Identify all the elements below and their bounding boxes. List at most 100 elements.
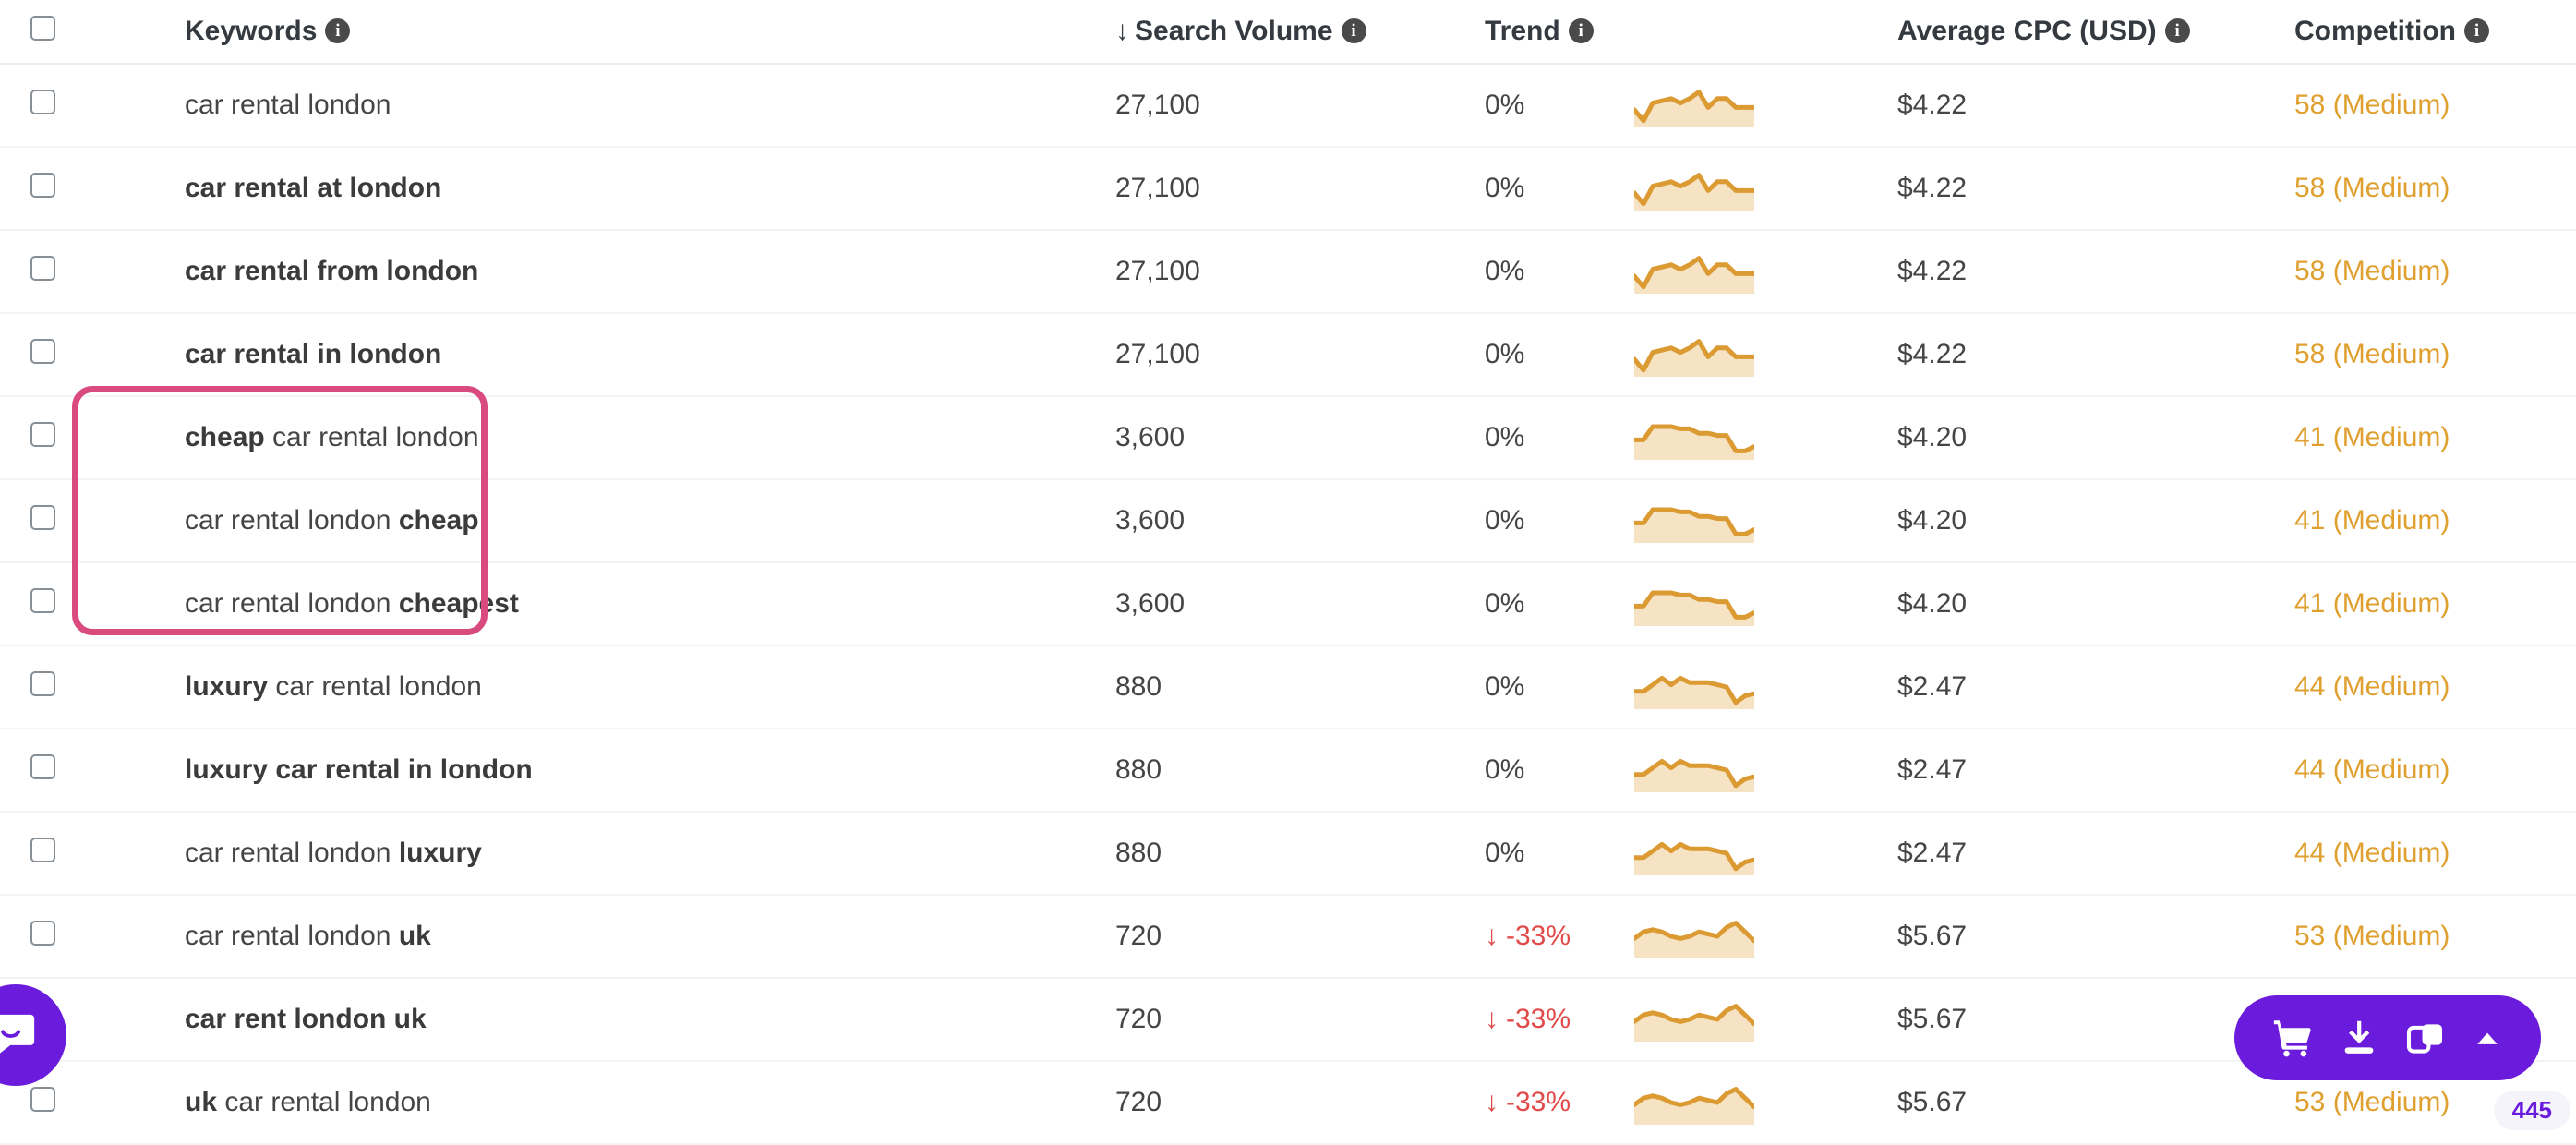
row-checkbox[interactable]: [30, 837, 55, 862]
trend-value: 0%: [1485, 422, 1525, 452]
search-volume-cell: 3,600: [1062, 479, 1431, 563]
row-checkbox[interactable]: [30, 338, 55, 364]
cart-icon[interactable]: [2271, 1017, 2314, 1059]
download-icon[interactable]: [2338, 1017, 2380, 1059]
copy-icon[interactable]: [2404, 1017, 2447, 1059]
keyword-text: car rental london: [185, 90, 391, 120]
table-row[interactable]: luxury car rental london 880 0% $2.47 44 (Me…: [0, 645, 2576, 729]
row-checkbox[interactable]: [30, 421, 55, 447]
keyword-text: luxury car rental london: [185, 671, 482, 702]
row-checkbox[interactable]: [30, 753, 55, 779]
keyword-cell[interactable]: car rental from london: [92, 230, 1062, 314]
column-header-competition[interactable]: Competition i: [2253, 0, 2576, 65]
table-row[interactable]: car rent london uk720↓-33%$5.6753 (Mediu…: [0, 978, 2576, 1062]
select-all-header: [0, 0, 92, 65]
keyword-cell[interactable]: car rental london cheapest: [92, 562, 1062, 646]
info-icon[interactable]: i: [1568, 18, 1594, 43]
header-row: Keywords i ↓ Search Volume i Trend i Average…: [0, 0, 2576, 65]
keyword-cell[interactable]: cheap car rental london: [92, 396, 1062, 480]
trend-cell: 0%: [1431, 313, 1634, 397]
competition-cell: 41 (Medium): [2253, 396, 2576, 480]
keyword-text: car rental london luxury: [185, 838, 482, 868]
keyword-cell[interactable]: uk car rental london: [92, 1061, 1062, 1145]
row-checkbox[interactable]: [30, 1086, 55, 1112]
table-row[interactable]: car rental london 27,100 0% $4.22 58 (Medium…: [0, 64, 2576, 148]
column-header-trend-label: Trend: [1485, 16, 1560, 46]
keyword-text: cheap car rental london: [185, 422, 479, 452]
keyword-cell[interactable]: luxury car rental london: [92, 645, 1062, 729]
table-row[interactable]: car rental london luxury 880 0% $2.47 44 (Me…: [0, 812, 2576, 896]
sparkline-cell: [1634, 147, 1856, 231]
competition-value: 44 (Medium): [2294, 671, 2450, 702]
keyword-cell[interactable]: car rental london uk: [92, 895, 1062, 979]
row-checkbox[interactable]: [30, 670, 55, 696]
table-row[interactable]: car rental london cheap 3,600 0% $4.20 41 (M…: [0, 479, 2576, 563]
sparkline-cell: [1634, 895, 1856, 979]
keyword-cell[interactable]: car rental london cheap: [92, 479, 1062, 563]
select-all-checkbox[interactable]: [30, 15, 55, 41]
info-icon[interactable]: i: [1341, 18, 1366, 43]
search-volume-cell: 880: [1062, 645, 1431, 729]
row-checkbox[interactable]: [30, 920, 55, 946]
row-checkbox[interactable]: [30, 172, 55, 198]
column-header-keywords[interactable]: Keywords i: [92, 0, 1062, 65]
row-checkbox[interactable]: [30, 89, 55, 114]
competition-value: 58 (Medium): [2294, 256, 2450, 286]
sparkline-cell: [1634, 1061, 1856, 1145]
table-row[interactable]: car rental london cheapest 3,600 0% $4.20 41…: [0, 562, 2576, 646]
sparkline-cell: [1634, 230, 1856, 314]
keyword-cell[interactable]: car rental london luxury: [92, 812, 1062, 896]
row-checkbox[interactable]: [30, 504, 55, 530]
info-icon[interactable]: i: [2164, 18, 2190, 43]
competition-cell: 44 (Medium): [2253, 729, 2576, 813]
column-header-search-volume[interactable]: ↓ Search Volume i: [1062, 0, 1431, 65]
info-icon[interactable]: i: [2463, 18, 2489, 43]
search-volume-cell: 3,600: [1062, 562, 1431, 646]
trend-cell: 0%: [1431, 64, 1634, 148]
table-row[interactable]: car rental from london 27,100 0% $4.22 58 (M…: [0, 230, 2576, 314]
column-header-keywords-label: Keywords: [185, 16, 318, 46]
column-header-search-volume-label: Search Volume: [1135, 16, 1333, 46]
column-header-average-cpc[interactable]: Average CPC (USD) i: [1856, 0, 2253, 65]
table-row[interactable]: luxury car rental in london 880 0% $2.47 44 …: [0, 729, 2576, 813]
trend-cell: 0%: [1431, 812, 1634, 896]
average-cpc-cell: $4.20: [1856, 562, 2253, 646]
search-volume-cell: 27,100: [1062, 230, 1431, 314]
search-volume-cell: 720: [1062, 1061, 1431, 1145]
row-checkbox[interactable]: [30, 255, 55, 281]
chevron-up-icon[interactable]: [2471, 1021, 2504, 1055]
keyword-cell[interactable]: luxury car rental in london: [92, 729, 1062, 813]
table-row[interactable]: car rental at london 27,100 0% $4.22 58 (Med…: [0, 147, 2576, 231]
average-cpc-cell: $4.22: [1856, 64, 2253, 148]
trend-value: 0%: [1485, 505, 1525, 536]
average-cpc-cell: $5.67: [1856, 1061, 2253, 1145]
selected-count-badge: 445: [2493, 1091, 2570, 1130]
table-row[interactable]: car rental in london 27,100 0% $4.22 58 (Med…: [0, 313, 2576, 397]
keyword-cell[interactable]: car rent london uk: [92, 978, 1062, 1062]
table-row[interactable]: cheap car rental london 3,600 0% $4.20 41 (M…: [0, 396, 2576, 480]
sparkline-cell: [1634, 562, 1856, 646]
competition-value: 41 (Medium): [2294, 588, 2450, 619]
trend-cell: ↓ -33%: [1431, 1061, 1634, 1145]
search-volume-cell: 880: [1062, 812, 1431, 896]
search-volume-cell: 720: [1062, 978, 1431, 1062]
keyword-cell[interactable]: car rental london: [92, 64, 1062, 148]
competition-value: 44 (Medium): [2294, 838, 2450, 868]
sparkline-cell: [1634, 812, 1856, 896]
trend-cell: 0%: [1431, 230, 1634, 314]
keyword-text: car rental london uk: [185, 921, 431, 951]
keyword-cell[interactable]: car rental at london: [92, 147, 1062, 231]
column-header-trend[interactable]: Trend i: [1431, 0, 1856, 65]
row-select-cell: [0, 812, 92, 896]
trend-value: 0%: [1485, 90, 1525, 120]
keyword-cell[interactable]: car rental in london: [92, 313, 1062, 397]
table-row[interactable]: uk car rental london 720 ↓ -33% $5.67 53 (Med…: [0, 1061, 2576, 1145]
floating-action-bar[interactable]: [2234, 995, 2541, 1080]
keywords-table: Keywords i ↓ Search Volume i Trend i Average…: [0, 0, 2576, 1145]
search-volume-cell: 720: [1062, 895, 1431, 979]
table-row[interactable]: car rental london uk 720 ↓ -33% $5.67 53 (Med…: [0, 895, 2576, 979]
row-checkbox[interactable]: [30, 587, 55, 613]
keyword-text: car rental in london: [185, 339, 442, 369]
keyword-text: car rental from london: [185, 256, 479, 286]
info-icon[interactable]: i: [325, 18, 351, 43]
